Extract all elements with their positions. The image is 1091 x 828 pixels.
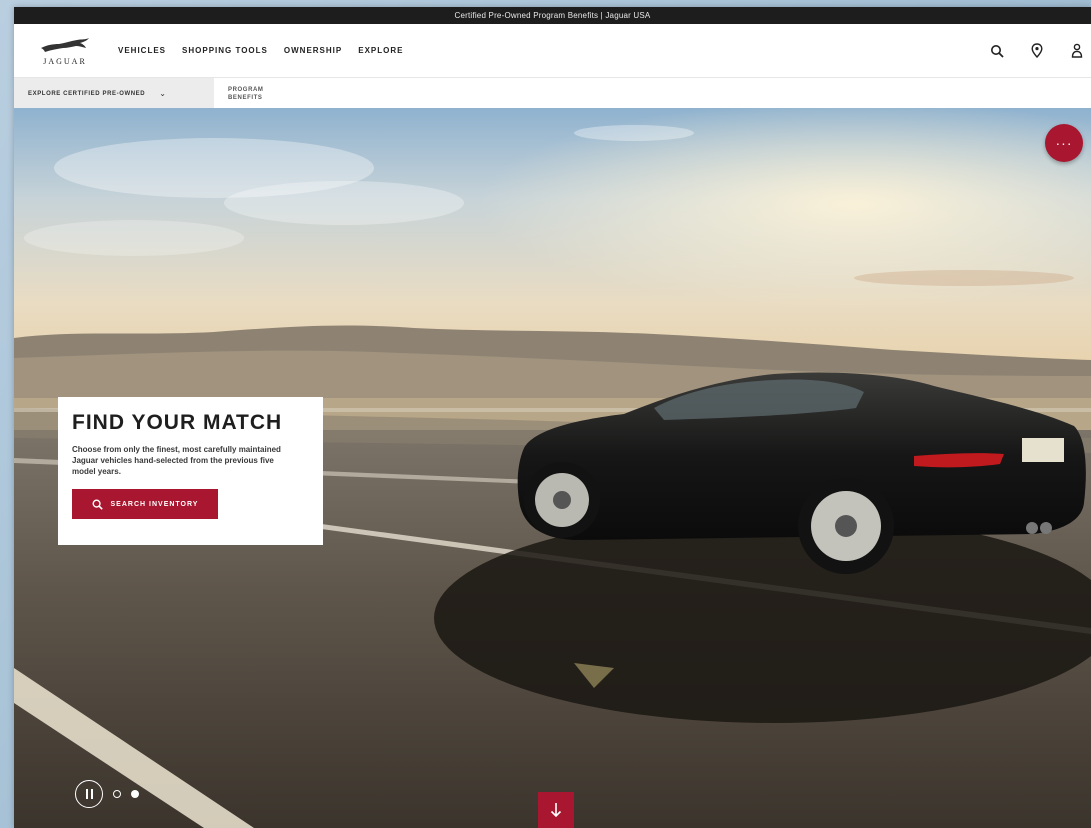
arrow-down-icon: [550, 803, 562, 818]
scroll-down-button[interactable]: [538, 792, 574, 828]
header-icons: [989, 43, 1085, 59]
link-line-2: BENEFITS: [228, 94, 263, 101]
main-nav: VEHICLES SHOPPING TOOLS OWNERSHIP EXPLOR…: [118, 46, 403, 55]
search-icon: [92, 498, 103, 510]
window-title-bar: Certified Pre-Owned Program Benefits | J…: [14, 7, 1091, 24]
hero-body: Choose from only the finest, most carefu…: [72, 445, 281, 476]
leaper-icon: [41, 37, 89, 52]
nav-ownership[interactable]: OWNERSHIP: [284, 46, 342, 55]
explore-cpo-dropdown[interactable]: EXPLORE CERTIFIED PRE-OWNED ⌄: [14, 78, 214, 109]
carousel-dot-2[interactable]: [131, 790, 139, 798]
section-subnav: EXPLORE CERTIFIED PRE-OWNED ⌄ PROGRAM BE…: [14, 77, 1091, 110]
pause-button[interactable]: [75, 780, 103, 808]
browser-page: Certified Pre-Owned Program Benefits | J…: [14, 7, 1091, 828]
search-icon[interactable]: [989, 43, 1005, 59]
hero-headline: FIND YOUR MATCH: [72, 411, 283, 434]
search-inventory-button[interactable]: SEARCH INVENTORY: [72, 489, 218, 519]
site-header: JAGUAR VEHICLES SHOPPING TOOLS OWNERSHIP…: [14, 24, 1091, 77]
chevron-down-icon: ⌄: [159, 89, 166, 98]
nav-vehicles[interactable]: VEHICLES: [118, 46, 166, 55]
location-pin-icon[interactable]: [1029, 43, 1045, 59]
more-options-label: ···: [1055, 135, 1073, 151]
logo-wordmark: JAGUAR: [43, 56, 87, 66]
dropdown-label: EXPLORE CERTIFIED PRE-OWNED: [28, 90, 146, 97]
nav-shopping-tools[interactable]: SHOPPING TOOLS: [182, 46, 268, 55]
hero-banner: ··· FIND YOUR MATCH Choose from only the…: [14, 108, 1091, 828]
carousel-dot-1[interactable]: [113, 790, 121, 798]
carousel-controls: [75, 780, 139, 808]
link-line-1: PROGRAM: [228, 86, 264, 93]
jaguar-logo[interactable]: JAGUAR: [34, 32, 96, 70]
user-icon[interactable]: [1069, 43, 1085, 59]
pause-icon: [85, 789, 88, 799]
more-options-button[interactable]: ···: [1045, 124, 1083, 162]
hero-card: FIND YOUR MATCH Choose from only the fin…: [58, 397, 323, 545]
window-title: Certified Pre-Owned Program Benefits | J…: [454, 11, 651, 20]
search-inventory-label: SEARCH INVENTORY: [110, 500, 199, 508]
program-benefits-link[interactable]: PROGRAM BENEFITS: [228, 86, 278, 102]
nav-explore[interactable]: EXPLORE: [358, 46, 403, 55]
